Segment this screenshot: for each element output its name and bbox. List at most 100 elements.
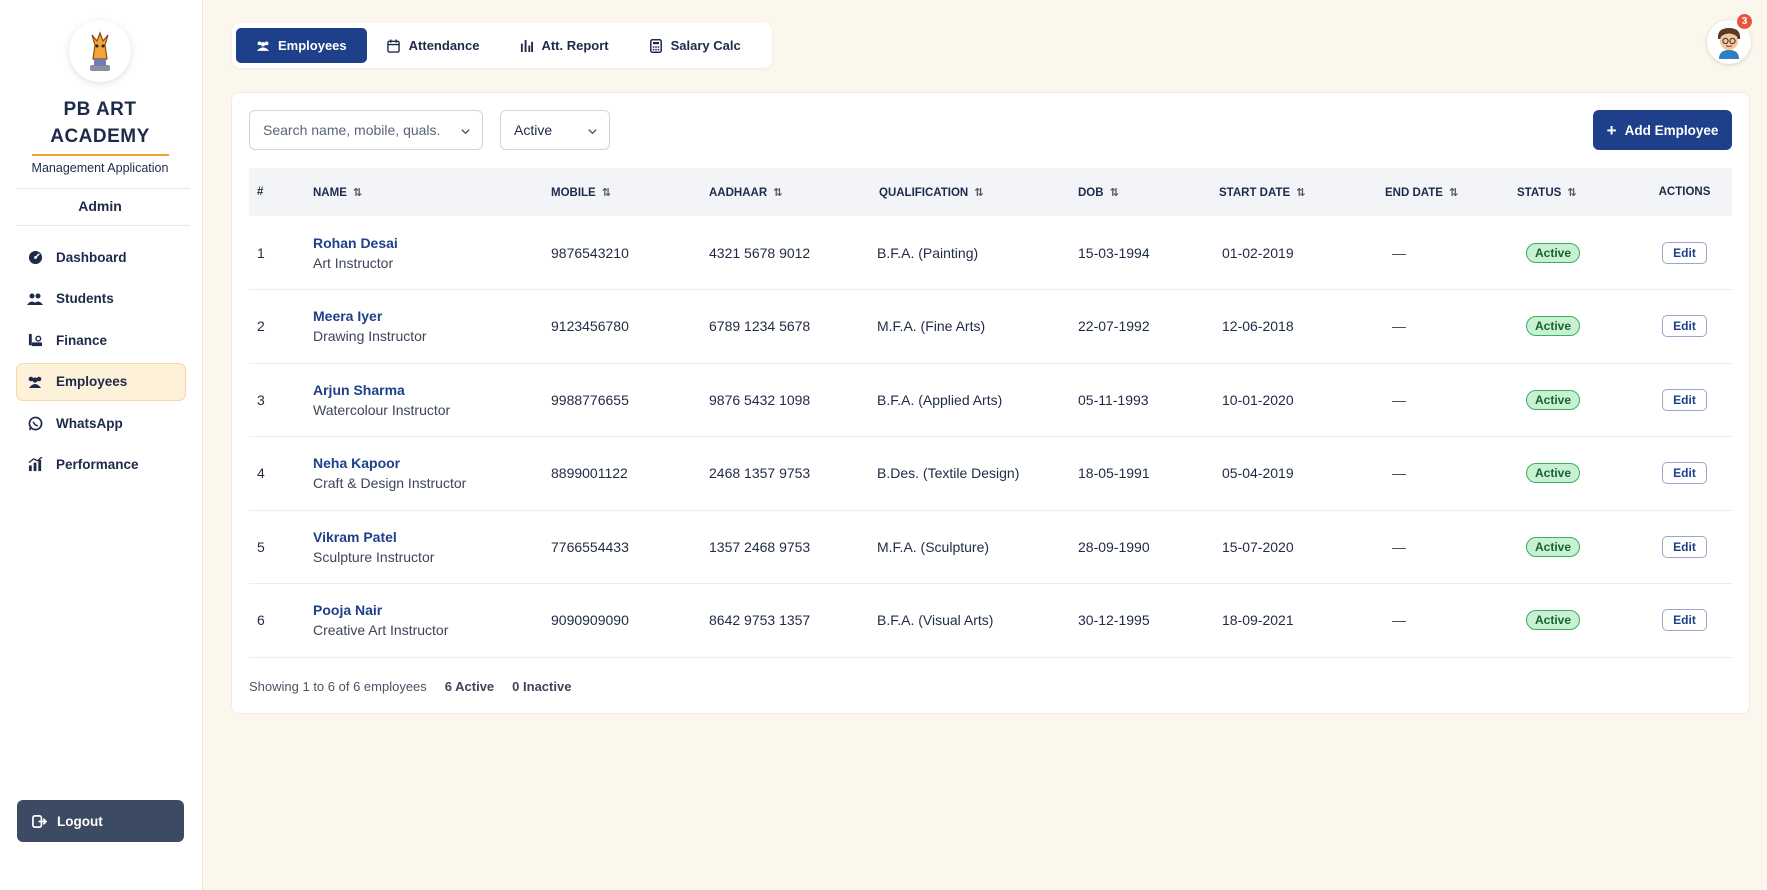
qualification-cell: B.F.A. (Applied Arts) bbox=[877, 391, 1003, 408]
top-tabs: Employees Attendance Att. Report Salary … bbox=[232, 23, 772, 68]
sidebar-item-finance[interactable]: Finance bbox=[16, 321, 186, 359]
brand-line-2: ACADEMY bbox=[50, 126, 150, 147]
dashboard-icon bbox=[27, 249, 43, 265]
employee-name-link[interactable]: Vikram Patel bbox=[313, 527, 543, 547]
actions-cell: Edit bbox=[1637, 584, 1732, 658]
end-date-cell: — bbox=[1392, 612, 1406, 629]
mobile-cell: 9876543210 bbox=[551, 244, 629, 261]
sidebar-item-label: Students bbox=[56, 291, 114, 306]
tab-attendance[interactable]: Attendance bbox=[367, 28, 500, 63]
employee-name-link[interactable]: Arjun Sharma bbox=[313, 380, 543, 400]
academy-logo bbox=[69, 20, 131, 82]
edit-button[interactable]: Edit bbox=[1662, 241, 1707, 264]
status-badge: Active bbox=[1526, 242, 1581, 263]
status-filter-select[interactable]: Active bbox=[500, 110, 610, 150]
column-header-start-date[interactable]: START DATE ⇅ bbox=[1211, 168, 1377, 216]
employee-name-link[interactable]: Rohan Desai bbox=[313, 233, 543, 253]
qualification-cell: B.F.A. (Visual Arts) bbox=[877, 612, 994, 629]
logout-button[interactable]: Logout bbox=[17, 800, 184, 842]
user-role: Admin bbox=[78, 198, 122, 214]
column-header-name[interactable]: NAME ⇅ bbox=[305, 168, 543, 216]
column-label: # bbox=[257, 186, 264, 198]
brand-line-1: PB ART bbox=[63, 99, 137, 120]
search-input[interactable]: Search name, mobile, quals. bbox=[249, 110, 483, 150]
end-date-cell: — bbox=[1392, 465, 1406, 482]
edit-button[interactable]: Edit bbox=[1662, 388, 1707, 411]
start-date-cell: 10-01-2020 bbox=[1222, 391, 1294, 408]
sidebar-item-employees[interactable]: Employees bbox=[16, 362, 186, 401]
sort-icon[interactable]: ⇅ bbox=[974, 187, 983, 199]
status-cell: Active bbox=[1509, 216, 1637, 290]
calendar-icon bbox=[387, 38, 401, 54]
sidebar-item-whatsapp[interactable]: WhatsApp bbox=[16, 404, 186, 442]
column-header-qualification[interactable]: QUALIFICATION ⇅ bbox=[871, 168, 1070, 216]
sort-icon[interactable]: ⇅ bbox=[1449, 187, 1458, 199]
whatsapp-icon bbox=[27, 415, 43, 431]
start-date-cell: 18-09-2021 bbox=[1222, 612, 1294, 629]
edit-button[interactable]: Edit bbox=[1662, 609, 1707, 632]
edit-button[interactable]: Edit bbox=[1662, 462, 1707, 485]
column-label: STATUS bbox=[1517, 186, 1562, 199]
column-label: ACTIONS bbox=[1658, 186, 1711, 198]
employees-table: # NAME ⇅ MOBILE ⇅ AADHAAR ⇅ QUALIFICATION ⇅ … bbox=[249, 168, 1732, 658]
plus-icon: + bbox=[1606, 120, 1617, 140]
column-header-aadhaar[interactable]: AADHAAR ⇅ bbox=[701, 168, 871, 216]
qualification-cell: B.Des. (Textile Design) bbox=[877, 465, 1020, 482]
employees-icon bbox=[27, 374, 43, 390]
tab-att-report[interactable]: Att. Report bbox=[499, 28, 628, 63]
sort-icon[interactable]: ⇅ bbox=[1296, 187, 1305, 199]
tab-salary-calc[interactable]: Salary Calc bbox=[629, 28, 761, 63]
employee-name-link[interactable]: Neha Kapoor bbox=[313, 453, 543, 473]
sort-icon[interactable]: ⇅ bbox=[602, 187, 611, 199]
column-header-dob[interactable]: DOB ⇅ bbox=[1070, 168, 1211, 216]
edit-button[interactable]: Edit bbox=[1662, 535, 1707, 558]
sidebar-item-dashboard[interactable]: Dashboard bbox=[16, 238, 186, 276]
aadhaar-cell: 6789 1234 5678 bbox=[709, 318, 811, 335]
tab-employees[interactable]: Employees bbox=[236, 28, 367, 63]
brand-underline bbox=[32, 154, 169, 156]
sidebar-nav: Dashboard Students Finance Employees Wha… bbox=[16, 238, 186, 487]
row-number: 2 bbox=[257, 318, 265, 335]
table-header-row: # NAME ⇅ MOBILE ⇅ AADHAAR ⇅ QUALIFICATION ⇅ … bbox=[249, 168, 1732, 216]
column-header-status[interactable]: STATUS ⇅ bbox=[1509, 168, 1637, 216]
end-date-cell: — bbox=[1392, 391, 1406, 408]
row-number: 1 bbox=[257, 244, 265, 261]
inactive-count: 0 Inactive bbox=[512, 679, 572, 694]
column-header-mobile[interactable]: MOBILE ⇅ bbox=[543, 168, 701, 216]
column-label: DOB bbox=[1078, 186, 1104, 199]
dob-cell: 22-07-1992 bbox=[1078, 318, 1150, 335]
add-employee-button[interactable]: + Add Employee bbox=[1593, 110, 1732, 150]
column-label: AADHAAR bbox=[709, 186, 768, 199]
mobile-cell: 9090909090 bbox=[551, 612, 629, 629]
performance-icon bbox=[27, 457, 43, 473]
mobile-cell: 8899001122 bbox=[551, 465, 628, 482]
employees-panel: Search name, mobile, quals. Active + Add… bbox=[231, 92, 1750, 714]
sort-icon[interactable]: ⇅ bbox=[1110, 187, 1119, 199]
end-date-cell: — bbox=[1392, 538, 1406, 555]
dob-cell: 28-09-1990 bbox=[1078, 538, 1150, 555]
column-header-end-date[interactable]: END DATE ⇅ bbox=[1377, 168, 1509, 216]
notification-badge[interactable]: 3 bbox=[1736, 13, 1753, 30]
dob-cell: 15-03-1994 bbox=[1078, 244, 1150, 261]
status-badge: Active bbox=[1526, 389, 1581, 410]
sort-icon[interactable]: ⇅ bbox=[773, 187, 782, 199]
employee-role: Art Instructor bbox=[313, 254, 394, 271]
row-number: 5 bbox=[257, 538, 265, 555]
aadhaar-cell: 1357 2468 9753 bbox=[709, 538, 811, 555]
sort-icon[interactable]: ⇅ bbox=[1567, 187, 1576, 199]
edit-button[interactable]: Edit bbox=[1662, 315, 1707, 338]
calculator-icon bbox=[649, 38, 663, 54]
sort-icon[interactable]: ⇅ bbox=[353, 187, 362, 199]
divider bbox=[16, 188, 190, 189]
dob-cell: 18-05-1991 bbox=[1078, 465, 1150, 482]
column-label: MOBILE bbox=[551, 186, 596, 199]
sidebar-item-students[interactable]: Students bbox=[16, 280, 186, 318]
students-icon bbox=[27, 291, 43, 307]
employee-name-link[interactable]: Meera Iyer bbox=[313, 306, 543, 326]
aadhaar-cell: 8642 9753 1357 bbox=[709, 612, 811, 629]
sidebar-item-performance[interactable]: Performance bbox=[16, 446, 186, 484]
employee-name-link[interactable]: Pooja Nair bbox=[313, 600, 543, 620]
start-date-cell: 01-02-2019 bbox=[1222, 244, 1294, 261]
showing-count: Showing 1 to 6 of 6 employees bbox=[249, 679, 427, 694]
chevron-down-icon bbox=[460, 124, 471, 140]
